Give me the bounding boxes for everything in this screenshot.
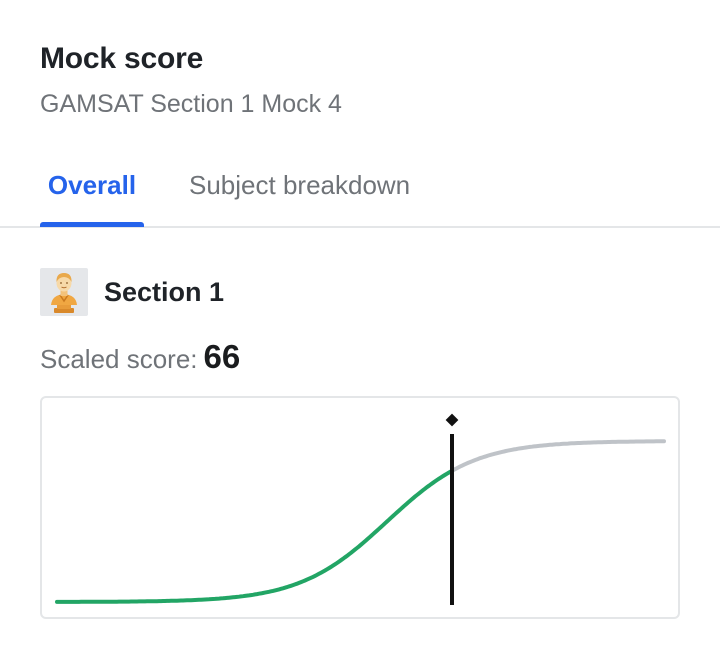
tab-subject-breakdown-label: Subject breakdown	[189, 170, 411, 200]
active-tab-indicator	[40, 222, 144, 227]
bust-statue-icon	[40, 268, 88, 316]
mock-score-card: Mock score GAMSAT Section 1 Mock 4 Overa…	[0, 0, 720, 660]
scaled-score: Scaled score: 66	[40, 338, 240, 376]
scaled-score-value: 66	[203, 338, 241, 375]
tab-overall-label: Overall	[47, 170, 137, 200]
tab-overall[interactable]: Overall	[40, 170, 144, 227]
achieved-curve	[55, 468, 454, 604]
score-chart-svg	[55, 413, 666, 605]
remaining-curve	[450, 439, 666, 473]
tab-bar: Overall Subject breakdown	[0, 150, 720, 228]
scaled-score-label: Scaled score:	[40, 344, 198, 374]
score-distribution-chart	[40, 396, 680, 619]
tab-subject-breakdown[interactable]: Subject breakdown	[189, 170, 410, 201]
page-title: Mock score	[40, 42, 204, 75]
section-label: Section 1	[104, 277, 225, 307]
page-subtitle: GAMSAT Section 1 Mock 4	[40, 90, 342, 118]
score-marker-diamond	[445, 413, 459, 427]
